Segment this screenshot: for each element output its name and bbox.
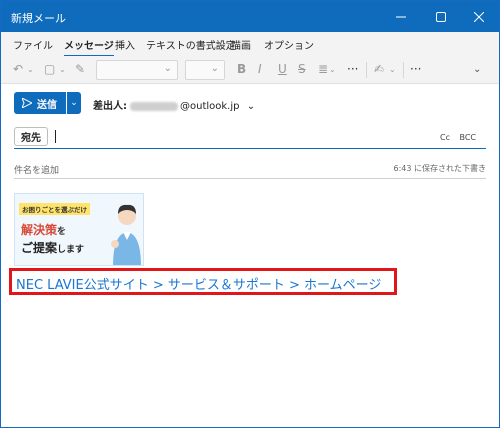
banner-line2: 解決策を [21,223,67,237]
expand-ribbon-icon[interactable]: ⌄ [473,64,481,75]
toolbar-divider [366,62,367,78]
font-family-select[interactable]: ⌄ [96,60,178,80]
send-row: 送信 ⌄ 差出人: @outlook.jp ⌄ [1,87,499,119]
maximize-button[interactable] [421,1,461,32]
more-icon[interactable]: ··· [410,62,421,76]
compose-window: 新規メール ファイル メッセージ 挿入 テキストの書式設定 描画 オプション ↶… [0,0,500,428]
send-button[interactable]: 送信 [14,92,66,114]
minimize-icon [396,16,406,17]
line-spacing-icon[interactable]: ≣ [318,62,328,76]
close-button[interactable] [459,1,499,32]
from-selector[interactable]: 差出人: @outlook.jp ⌄ [93,97,255,112]
more-icon[interactable]: ··· [347,62,358,76]
minimize-button[interactable] [381,1,421,32]
editor-icon[interactable]: ✍ [374,62,384,76]
support-person-illustration [111,204,141,265]
cc-button[interactable]: Cc [440,133,450,142]
banner-line3: ご提案します [21,241,85,255]
font-size-select[interactable]: ⌄ [185,60,225,80]
italic-icon[interactable]: I [258,62,262,76]
chevron-down-icon[interactable]: ⌄ [329,65,336,74]
send-label: 送信 [37,99,57,111]
undo-icon[interactable]: ↶ [13,62,23,76]
chevron-down-icon: ⌄ [246,101,256,112]
send-icon [22,98,32,108]
highlight-box: NEC LAVIE公式サイト > サービス＆サポート > ホームページ [9,268,397,295]
chevron-down-icon[interactable]: ⌄ [59,65,66,74]
from-label: 差出人: [93,101,127,112]
draft-saved-status: 6:43 に保存された下書き [393,164,486,173]
chevron-down-icon: ⌄ [210,63,219,74]
breadcrumb-link[interactable]: NEC LAVIE公式サイト > サービス＆サポート > ホームページ [16,274,381,293]
chevron-down-icon[interactable]: ⌄ [27,65,34,74]
paste-icon[interactable]: ▢ [44,62,55,76]
tab-draw[interactable]: 描画 [231,37,251,52]
tab-options[interactable]: オプション [264,37,314,52]
ribbon-tabs: ファイル メッセージ 挿入 テキストの書式設定 描画 オプション [1,32,499,57]
underline-icon[interactable]: U [278,62,287,76]
text-cursor [55,130,56,143]
from-domain: @outlook.jp [180,101,240,112]
tab-file[interactable]: ファイル [13,37,53,52]
toolbar-divider [403,62,404,78]
bcc-button[interactable]: BCC [459,133,476,142]
format-painter-icon[interactable]: ✎ [75,62,85,76]
redacted-address [130,101,178,111]
chevron-down-icon[interactable]: ⌄ [389,65,396,74]
chevron-down-icon: ⌄ [163,63,172,74]
tab-insert[interactable]: 挿入 [115,37,135,52]
bold-icon[interactable]: B [237,62,246,76]
maximize-icon [436,11,446,22]
title-bar: 新規メール [1,1,499,32]
to-button[interactable]: 宛先 [14,127,48,146]
tab-format-text[interactable]: テキストの書式設定 [146,37,236,52]
strikethrough-icon[interactable]: S [298,62,306,76]
banner-image[interactable]: お困りごとを選ぶだけ 解決策を ご提案します [14,193,144,266]
subject-field[interactable]: 件名を追加 6:43 に保存された下書き [14,157,486,179]
subject-placeholder: 件名を追加 [14,166,60,176]
chevron-down-icon: ⌄ [70,98,78,108]
banner-line1: お困りごとを選ぶだけ [19,203,90,215]
tab-message[interactable]: メッセージ [64,37,114,57]
window-title: 新規メール [11,12,66,25]
send-options-button[interactable]: ⌄ [67,92,81,114]
toolbar: ↶ ⌄ ▢ ⌄ ✎ ⌄ ⌄ B I U S ≣ ⌄ ··· ✍ ⌄ ··· ⌄ [1,56,499,84]
close-icon [474,11,484,22]
to-field[interactable]: 宛先 Cc BCC [14,127,486,149]
